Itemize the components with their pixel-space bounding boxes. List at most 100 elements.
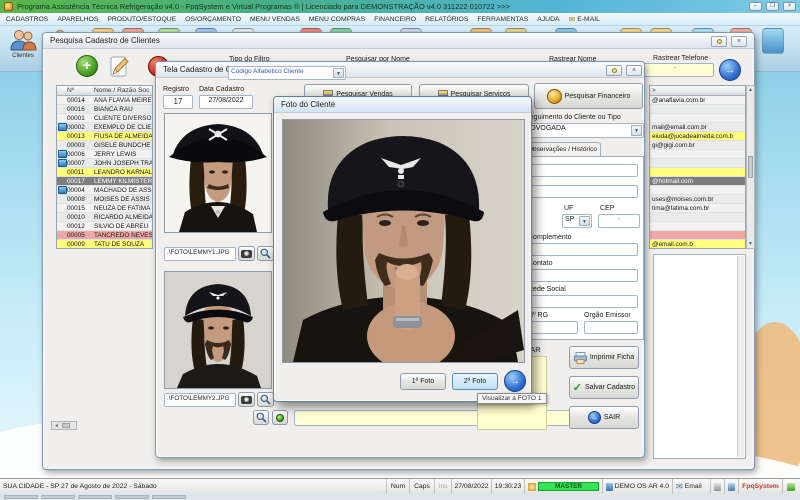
- uf-combo[interactable]: SP ▼: [562, 214, 592, 228]
- menu-cadastros[interactable]: CADASTROS: [6, 16, 48, 23]
- table-row[interactable]: @anaflavia.com.br: [650, 96, 745, 105]
- table-row[interactable]: [650, 105, 745, 114]
- app-titlebar[interactable]: Programa Assistência Técnica Refrigeraçã…: [0, 0, 800, 13]
- panel-scrollbar[interactable]: [737, 256, 744, 457]
- foto2-path-field[interactable]: .\FOTO\LEMMY2.JPG: [164, 393, 236, 407]
- tipo-filtro-combo[interactable]: Codigo Alfabetico Cliente ▼: [228, 66, 346, 80]
- status-monitor[interactable]: [725, 479, 739, 494]
- grid-header[interactable]: Nº Nome / Razão Soc: [57, 86, 152, 96]
- webcam-button[interactable]: [272, 410, 288, 425]
- table-row[interactable]: 00016BIANCA RAU: [57, 105, 152, 114]
- table-row[interactable]: 00006JERRY LEWIS: [57, 150, 152, 159]
- table-row[interactable]: 00004MACHADO DE ASS: [57, 186, 152, 195]
- menu-aparelhos[interactable]: APARELHOS: [57, 16, 98, 23]
- registro-field[interactable]: 17: [163, 95, 193, 109]
- foto2-camera-button[interactable]: [238, 392, 255, 407]
- menu-os-orcamento[interactable]: OS/ORÇAMENTO: [185, 16, 241, 23]
- table-row-selected[interactable]: @hotmail.com: [650, 177, 745, 186]
- table-row[interactable]: [650, 114, 745, 123]
- bairro-field[interactable]: [528, 185, 638, 198]
- menu-email[interactable]: ✉ E-MAIL: [569, 15, 600, 24]
- foto1-path-field[interactable]: .\FOTO\LEMMY1.JPG: [164, 247, 236, 261]
- foto1-zoom-button[interactable]: [257, 246, 274, 261]
- table-row[interactable]: [650, 213, 745, 222]
- table-row[interactable]: 00014ANA FLAVIA MEIRE: [57, 96, 152, 105]
- hint-button[interactable]: [711, 36, 727, 47]
- clientes-grid-right[interactable]: > @anaflavia.com.br mail@email.com.br ei…: [649, 85, 746, 249]
- note-zoom-button[interactable]: [253, 410, 269, 425]
- orgao-emissor-field[interactable]: [584, 321, 638, 334]
- clientes-grid-left[interactable]: Nº Nome / Razão Soc 00014ANA FLAVIA MEIR…: [56, 85, 153, 249]
- menu-relatorios[interactable]: RELATÓRIOS: [425, 16, 468, 23]
- menu-produto-estoque[interactable]: PRODUTO/ESTOQUE: [107, 16, 176, 23]
- table-row[interactable]: uses@moises.com.br: [650, 195, 745, 204]
- col-num[interactable]: Nº: [67, 87, 94, 94]
- foto2-zoom-button[interactable]: [257, 392, 274, 407]
- chevron-down-icon[interactable]: ▼: [579, 216, 590, 226]
- table-row[interactable]: 00003GISELE BUNDCHE: [57, 141, 152, 150]
- table-row[interactable]: 00008MOISES DE ASSIS: [57, 195, 152, 204]
- chevron-down-icon[interactable]: ▼: [333, 68, 344, 78]
- foto2-button[interactable]: 2ª Foto: [452, 373, 498, 390]
- maximize-button[interactable]: ❐: [766, 2, 779, 11]
- imprimir-ficha-button[interactable]: Imprimir Ficha: [569, 346, 639, 369]
- table-row[interactable]: 00011LEANDRO KARNAL: [57, 168, 152, 177]
- table-row-selected[interactable]: 00017LEMMY KILMISTER: [57, 177, 152, 186]
- search-go-button[interactable]: →: [719, 59, 741, 81]
- foto1-thumbnail[interactable]: [164, 113, 272, 233]
- menu-vendas[interactable]: MENU VENDAS: [250, 16, 300, 23]
- foto-dialog-titlebar[interactable]: Foto do Cliente: [274, 97, 531, 113]
- menu-compras[interactable]: MENU COMPRAS: [309, 16, 365, 23]
- grid-vertical-scrollbar[interactable]: ▲ ▼: [746, 85, 755, 249]
- foto1-button[interactable]: 1ª Foto: [400, 373, 446, 390]
- table-row[interactable]: 00013FIUSA DE ALMEIDA: [57, 132, 152, 141]
- menu-ajuda[interactable]: AJUDA: [537, 16, 559, 23]
- table-row[interactable]: 00005TANCREDO NEVES: [57, 231, 152, 240]
- table-row[interactable]: mail@email.com.br: [650, 123, 745, 132]
- tab-observacoes[interactable]: Observações / Histórico: [523, 142, 601, 157]
- close-button[interactable]: ×: [783, 2, 796, 11]
- cep-field[interactable]: -: [598, 214, 640, 228]
- sair-button[interactable]: → SAIR: [569, 406, 639, 429]
- task-button[interactable]: [115, 495, 149, 499]
- rg-field[interactable]: [528, 321, 578, 334]
- table-row[interactable]: tima@fatima.com.br: [650, 204, 745, 213]
- minimize-button[interactable]: –: [749, 2, 762, 11]
- rede-social-field[interactable]: [528, 295, 638, 308]
- seguimento-combo[interactable]: ADVOGADA ▼: [523, 123, 644, 138]
- table-row[interactable]: [650, 168, 745, 177]
- complemento-field[interactable]: [528, 243, 638, 256]
- table-row[interactable]: 00015NEUZA DE FATIMA: [57, 204, 152, 213]
- table-row[interactable]: [650, 186, 745, 195]
- task-button[interactable]: [4, 495, 38, 499]
- table-row[interactable]: @email.com.b: [650, 240, 745, 249]
- table-row[interactable]: eiuda@jucadealmeda.com.b: [650, 132, 745, 141]
- menu-ferramentas[interactable]: FERRAMENTAS: [477, 16, 528, 23]
- pesquisar-financeiro-button[interactable]: Pesquisar Financeiro: [534, 83, 643, 109]
- chevron-down-icon[interactable]: ▼: [631, 125, 642, 136]
- task-button[interactable]: [41, 495, 75, 499]
- table-row[interactable]: 00010RICARDO ALMEIDA: [57, 213, 152, 222]
- tela-close-button[interactable]: ×: [626, 65, 642, 76]
- foto1-camera-button[interactable]: [238, 246, 255, 261]
- col-nome[interactable]: Nome / Razão Soc: [94, 87, 152, 94]
- table-row[interactable]: [650, 159, 745, 168]
- table-row[interactable]: gi@gigi.com.br: [650, 141, 745, 150]
- table-row[interactable]: 00001CLIENTE DIVERSO: [57, 114, 152, 123]
- observacoes-panel[interactable]: [653, 254, 746, 459]
- toolbar-icon-stub[interactable]: [762, 28, 784, 54]
- status-email[interactable]: ✉ Email: [673, 479, 711, 494]
- table-row[interactable]: [650, 222, 745, 231]
- data-cadastro-field[interactable]: 27/08/2022: [199, 95, 253, 109]
- contato-field[interactable]: [528, 269, 638, 282]
- table-row[interactable]: [650, 231, 745, 240]
- task-button[interactable]: [152, 495, 186, 499]
- grid-header[interactable]: >: [650, 86, 745, 96]
- table-row[interactable]: 00002EXEMPLO DE CLIE: [57, 123, 152, 132]
- table-row[interactable]: [650, 150, 745, 159]
- pesquisa-titlebar[interactable]: Pesquisa Cadastro de Clientes: [43, 33, 754, 49]
- rastrear-telefone-input[interactable]: -: [636, 63, 714, 77]
- status-printer[interactable]: [711, 479, 725, 494]
- table-row[interactable]: 00009TATU DE SOUZA: [57, 240, 152, 249]
- next-photo-button[interactable]: →: [504, 370, 526, 392]
